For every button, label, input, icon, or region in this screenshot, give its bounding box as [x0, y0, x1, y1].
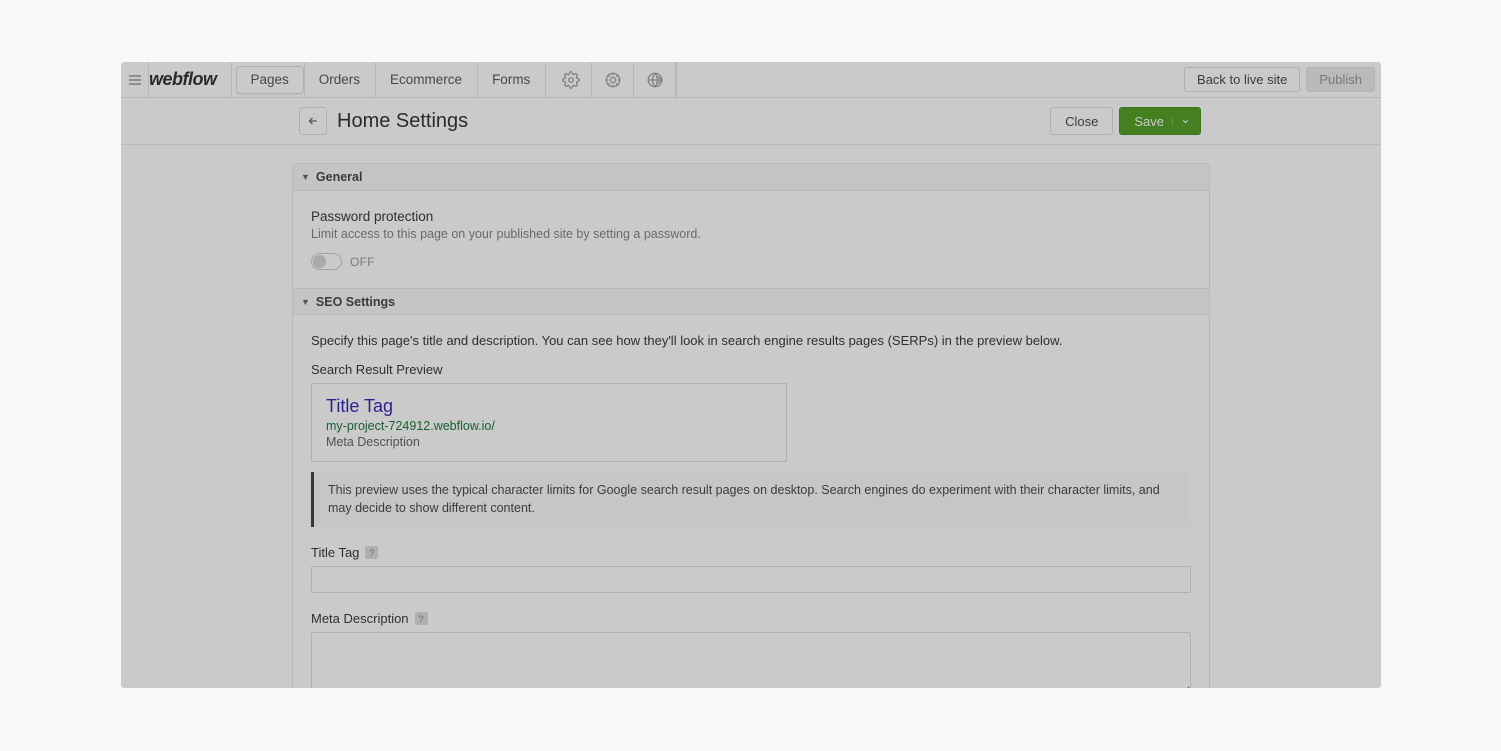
password-toggle[interactable]	[311, 253, 342, 270]
panel-general-header[interactable]: ▼ General	[293, 164, 1209, 191]
help-icon[interactable]: ?	[365, 546, 378, 559]
panel-general: ▼ General Password protection Limit acce…	[292, 163, 1210, 688]
tab-orders[interactable]: Orders	[305, 66, 375, 94]
close-button[interactable]: Close	[1050, 107, 1113, 135]
toolbar-right: Back to live site Publish	[1184, 62, 1381, 97]
page-title: Home Settings	[337, 110, 468, 133]
tab-forms[interactable]: Forms	[478, 66, 545, 94]
tab-pages[interactable]: Pages	[236, 66, 304, 94]
app-window: webflow Pages Orders Ecommerce Forms	[121, 62, 1381, 688]
menu-icon[interactable]	[121, 62, 149, 97]
panel-seo-title: SEO Settings	[316, 295, 395, 309]
triangle-down-icon: ▼	[301, 297, 310, 307]
title-tag-input[interactable]	[311, 566, 1191, 593]
meta-description-input[interactable]	[311, 632, 1191, 688]
back-button[interactable]	[299, 107, 327, 135]
triangle-down-icon: ▼	[301, 172, 310, 182]
back-to-live-button[interactable]: Back to live site	[1184, 67, 1300, 92]
tab-ecommerce[interactable]: Ecommerce	[376, 66, 477, 94]
save-button-label: Save	[1134, 114, 1164, 129]
search-result-preview: Title Tag my-project-724912.webflow.io/ …	[311, 383, 787, 462]
brand-text: webflow	[149, 69, 217, 90]
panel-general-title: General	[316, 170, 363, 184]
content-area: ▼ General Password protection Limit acce…	[121, 145, 1381, 688]
title-tag-label: Title Tag ?	[311, 545, 1191, 560]
brand-logo: webflow	[149, 62, 232, 97]
help-icon[interactable]	[592, 62, 634, 97]
meta-description-label: Meta Description ?	[311, 611, 1191, 626]
gear-icon[interactable]	[550, 62, 592, 97]
password-protection-description: Limit access to this page on your publis…	[311, 227, 1191, 241]
main-tabs: Pages Orders Ecommerce Forms	[232, 62, 551, 97]
preview-title: Title Tag	[326, 396, 772, 417]
preview-meta: Meta Description	[326, 435, 772, 449]
publish-button[interactable]: Publish	[1306, 67, 1375, 92]
share-icon[interactable]	[634, 62, 676, 97]
panel-seo-header[interactable]: ▼ SEO Settings	[293, 288, 1209, 315]
password-toggle-state: OFF	[350, 255, 375, 269]
toolbar-icons	[550, 62, 677, 97]
toolbar: webflow Pages Orders Ecommerce Forms	[121, 62, 1381, 98]
seo-note: This preview uses the typical character …	[311, 472, 1191, 527]
help-icon[interactable]: ?	[415, 612, 428, 625]
search-preview-label: Search Result Preview	[311, 362, 1191, 377]
subheader: Home Settings Close Save	[121, 98, 1381, 145]
password-protection-heading: Password protection	[311, 209, 1191, 224]
chevron-down-icon[interactable]	[1172, 117, 1190, 126]
save-button[interactable]: Save	[1119, 107, 1201, 135]
preview-url: my-project-724912.webflow.io/	[326, 419, 772, 433]
seo-intro: Specify this page's title and descriptio…	[311, 333, 1191, 348]
